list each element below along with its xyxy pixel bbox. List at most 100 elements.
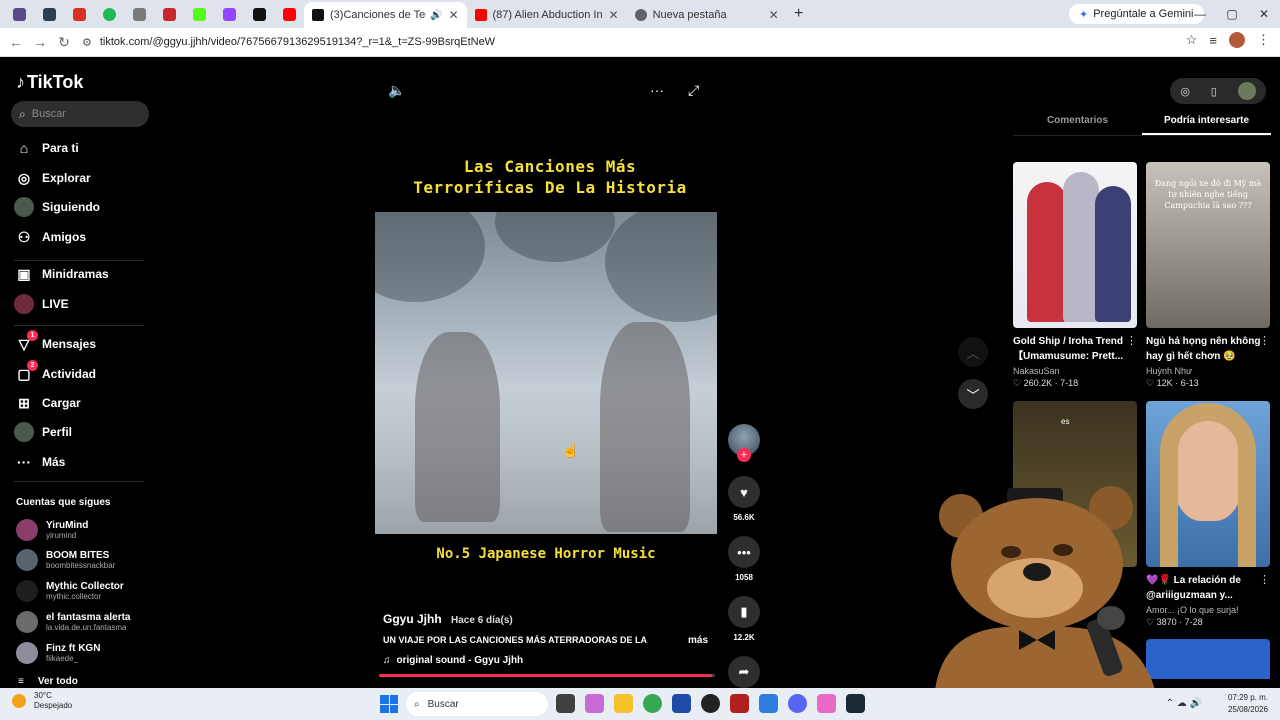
description-more-link[interactable]: más (688, 635, 708, 646)
weather-widget[interactable]: 30°C Despejado (12, 691, 72, 711)
pinned-tab-5[interactable] (124, 0, 154, 28)
card-more-icon[interactable]: ⋮ (1259, 573, 1270, 586)
task-view-icon[interactable] (556, 694, 575, 713)
maximize-button[interactable]: ▢ (1216, 0, 1248, 28)
user-avatar[interactable] (1237, 82, 1256, 100)
followed-account[interactable]: Finz ft KGN fiikaede_ (16, 640, 156, 666)
previous-video-button[interactable]: ︿ (958, 337, 988, 367)
site-info-icon[interactable]: ⚙ (82, 36, 92, 49)
taskbar-search[interactable]: ⌕ Buscar (406, 692, 548, 716)
creator-avatar[interactable]: + (728, 424, 760, 462)
pinned-tab-kick[interactable] (184, 0, 214, 28)
sidebar-item-activity[interactable]: ▢ 2 Actividad (14, 360, 154, 386)
following-avatar-icon (14, 197, 34, 217)
obs-icon[interactable] (701, 694, 720, 713)
steam-icon[interactable] (846, 694, 865, 713)
pinned-tab-x[interactable] (244, 0, 274, 28)
pinned-tab-6[interactable] (154, 0, 184, 28)
pinned-tab-4[interactable] (94, 0, 124, 28)
youtube-favicon-icon (474, 9, 487, 21)
tab-recommended[interactable]: Podría interesarte (1142, 110, 1271, 135)
mail-icon[interactable] (759, 694, 778, 713)
video-progress-bar[interactable] (379, 674, 715, 677)
save-button[interactable]: ▮ 12.2K (726, 596, 762, 642)
url-bar[interactable]: ⚙ tiktok.com/@ggyu.jjhh/video/7675667913… (82, 31, 1182, 53)
back-icon[interactable]: ← (4, 34, 28, 50)
device-icon[interactable]: ▯ (1211, 85, 1217, 98)
file-explorer-icon[interactable] (614, 694, 633, 713)
recommended-card[interactable]: Đang ngồi xe đò đi Mỹ mà tự nhiên nghe t… (1146, 162, 1270, 389)
sidebar-item-more[interactable]: ··· Más (14, 450, 154, 474)
audio-playing-icon[interactable]: 🔊 (430, 10, 442, 21)
menu-dots-icon[interactable]: ⋮ (1257, 32, 1270, 48)
card-author[interactable]: NakasuSan (1013, 366, 1137, 376)
recommended-card[interactable]: ⋮ Gold Ship / Iroha Trend 【Umamusume: Pr… (1013, 162, 1137, 389)
compass-small-icon[interactable]: ◎ (1180, 85, 1190, 98)
sidebar-item-profile[interactable]: Perfil (14, 420, 154, 444)
pinned-tab-gmail[interactable] (64, 0, 94, 28)
new-tab-button[interactable]: + (787, 5, 811, 23)
chrome-icon[interactable] (643, 694, 662, 713)
sidebar-item-upload[interactable]: ⊞ Cargar (14, 391, 154, 415)
followed-account[interactable]: Mythic Collector mythic.collector (16, 578, 156, 604)
store-icon[interactable] (672, 694, 691, 713)
reload-icon[interactable]: ↻ (52, 34, 76, 51)
tiktok-logo[interactable]: ♪ TikTok (16, 72, 83, 93)
close-tab-icon[interactable]: ✕ (769, 8, 779, 22)
pinned-tab-twitch[interactable] (214, 0, 244, 28)
see-all-following-link[interactable]: ≡ Ver todo (18, 676, 78, 687)
tab-new[interactable]: Nueva pestaña ✕ (627, 2, 787, 28)
pinned-tab-youtube[interactable] (274, 0, 304, 28)
volume-icon[interactable]: 🔈 (388, 82, 405, 99)
action-rail: + ♥ 56.6K ••• 1058 ▮ 12.2K ➦ 7355 (726, 424, 762, 702)
sidebar-item-home[interactable]: ⌂ Para ti (14, 136, 154, 160)
card-thumbnail[interactable]: Đang ngồi xe đò đi Mỹ mà tự nhiên nghe t… (1146, 162, 1270, 328)
comment-button[interactable]: ••• 1058 (726, 536, 762, 582)
close-tab-icon[interactable]: ✕ (448, 8, 458, 22)
tab-tiktok[interactable]: (3)Canciones de Terror: Las 🔊 ✕ (304, 2, 467, 28)
clock[interactable]: 07:29 p. m. 25/08/2026 (1228, 692, 1268, 716)
fullscreen-icon[interactable]: ⤢ (688, 82, 699, 99)
sidebar-item-compass[interactable]: ◎ Explorar (14, 166, 154, 190)
sidebar-item-live[interactable]: LIVE (14, 292, 154, 316)
bookmark-star-icon[interactable]: ☆ (1186, 32, 1198, 48)
next-video-button[interactable]: ﹀ (958, 379, 988, 409)
app-icon[interactable] (730, 694, 749, 713)
pinned-tab-2[interactable] (34, 0, 64, 28)
close-window-button[interactable]: ✕ (1248, 0, 1280, 28)
sound-link[interactable]: ♫ original sound - Ggyu Jjhh (383, 655, 523, 666)
sidebar-item-friends[interactable]: ⚇ Amigos (14, 225, 154, 249)
card-more-icon[interactable]: ⋮ (1126, 334, 1137, 347)
profile-avatar[interactable] (1229, 32, 1245, 48)
video-author[interactable]: Ggyu Jjhh Hace 6 día(s) (383, 612, 513, 626)
pinned-tab-1[interactable] (4, 0, 34, 28)
windows-start-icon[interactable] (380, 695, 398, 713)
close-tab-icon[interactable]: ✕ (609, 8, 619, 22)
video-frame[interactable] (375, 212, 717, 534)
author-name[interactable]: Ggyu Jjhh (383, 612, 442, 626)
search-input[interactable]: ⌕ Buscar (11, 101, 149, 127)
minimize-button[interactable]: — (1184, 0, 1216, 28)
like-button[interactable]: ♥ 56.6K (726, 476, 762, 522)
sidebar-item-minidramas[interactable]: ▣ Minidramas (14, 262, 154, 286)
followed-account[interactable]: el fantasma alerta la.vida.de.un.fantasma (16, 609, 156, 635)
media-controls-icon[interactable]: ≡ (1209, 33, 1217, 48)
app-icon[interactable] (817, 694, 836, 713)
tray-icons[interactable]: ⌃ ☁ 🔊 (1166, 698, 1202, 709)
forward-icon[interactable]: → (28, 34, 52, 50)
copilot-icon[interactable] (585, 694, 604, 713)
followed-account[interactable]: YiruMind yirumind (16, 517, 156, 543)
more-options-icon[interactable]: ··· (650, 82, 664, 98)
card-title: Ngủ hả họng nên không hay gì hết chơn 🥹 (1146, 336, 1261, 362)
discord-icon[interactable] (788, 694, 807, 713)
video-title-overlay: Las Canciones Más Terroríficas De La His… (386, 156, 714, 198)
sidebar-item-following-avatar[interactable]: Siguiendo (14, 195, 154, 219)
card-thumbnail[interactable] (1013, 162, 1137, 328)
card-more-icon[interactable]: ⋮ (1259, 334, 1270, 347)
sidebar-item-messages[interactable]: ▽ 1 Mensajes (14, 330, 154, 356)
follow-plus-icon[interactable]: + (737, 448, 751, 462)
tab-youtube[interactable]: (87) Alien Abduction Incident o ✕ (467, 2, 627, 28)
followed-account[interactable]: BOOM BITES boombitessnackbar (16, 547, 156, 573)
card-author[interactable]: Huỳnh Như (1146, 366, 1270, 376)
tab-comments[interactable]: Comentarios (1013, 110, 1142, 135)
